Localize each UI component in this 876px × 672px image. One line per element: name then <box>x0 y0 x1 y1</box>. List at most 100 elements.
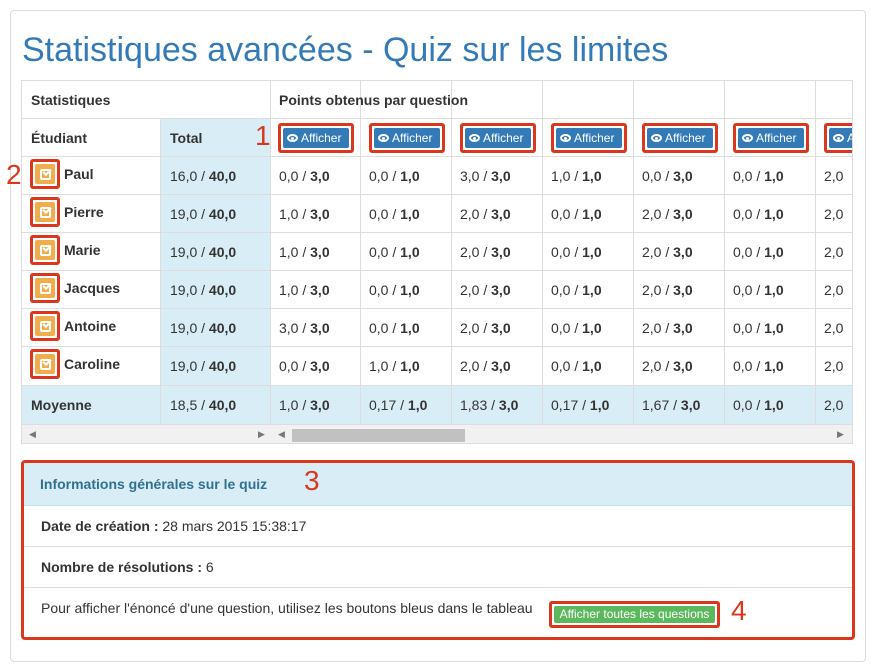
score-cell: 2,0 <box>824 320 844 336</box>
score-cell: 0,0 / 1,0 <box>733 168 784 184</box>
student-name: Antoine <box>64 318 117 334</box>
column-header-student: Étudiant <box>31 130 87 146</box>
group-header-stats: Statistiques <box>31 92 111 108</box>
eye-icon <box>833 134 844 142</box>
hint-text: Pour afficher l'énoncé d'une question, u… <box>41 600 533 616</box>
average-score-cell: 1,0 / 3,0 <box>279 397 330 413</box>
score-cell: 2,0 / 3,0 <box>460 358 511 374</box>
score-cell: 0,0 / 1,0 <box>369 244 420 260</box>
average-label: Moyenne <box>31 397 92 413</box>
row-divider <box>22 270 852 271</box>
student-name: Jacques <box>64 280 121 296</box>
score-cell: 2,0 / 3,0 <box>642 358 693 374</box>
show-question-button[interactable]: Afficher <box>642 123 718 153</box>
callout-1: 1 <box>255 120 271 151</box>
show-question-button[interactable]: Afficher <box>278 123 354 153</box>
edit-student-button[interactable] <box>30 197 60 227</box>
edit-student-button[interactable] <box>30 349 60 379</box>
show-question-button[interactable]: Afficher <box>733 123 809 153</box>
score-cell: 0,0 / 1,0 <box>369 320 420 336</box>
edit-student-button[interactable] <box>30 235 60 265</box>
score-cell: 0,0 / 1,0 <box>369 282 420 298</box>
eye-icon <box>469 134 480 142</box>
row-divider <box>22 385 852 386</box>
student-name: Paul <box>64 166 94 182</box>
score-cell: 1,0 / 3,0 <box>279 206 330 222</box>
row-divider <box>22 194 852 195</box>
scroll-left-icon[interactable]: ◀ <box>278 429 285 440</box>
score-cell: 1,0 / 3,0 <box>279 244 330 260</box>
score-cell: 0,0 / 1,0 <box>551 282 602 298</box>
row-divider <box>22 346 852 347</box>
info-panel-header: Informations générales sur le quiz <box>24 463 852 506</box>
student-total: 19,0 / 40,0 <box>170 320 237 336</box>
score-cell: 2,0 / 3,0 <box>642 282 693 298</box>
score-cell: 0,0 / 1,0 <box>733 244 784 260</box>
score-cell: 0,0 / 3,0 <box>279 168 330 184</box>
eye-icon <box>560 134 571 142</box>
score-cell: 2,0 / 3,0 <box>460 320 511 336</box>
show-question-label: Afficher <box>301 131 342 145</box>
score-cell: 0,0 / 1,0 <box>369 206 420 222</box>
creation-date-label: Date de création : <box>41 518 159 534</box>
score-cell: 0,0 / 1,0 <box>733 282 784 298</box>
page-title: Statistiques avancées - Quiz sur les lim… <box>22 31 669 69</box>
student-name: Marie <box>64 242 101 258</box>
eye-icon <box>287 134 298 142</box>
show-all-questions-button[interactable]: Afficher toutes les questions <box>549 601 720 628</box>
edit-student-button[interactable] <box>30 273 60 303</box>
scroll-left-icon[interactable]: ◀ <box>29 429 36 440</box>
score-cell: 3,0 / 3,0 <box>279 320 330 336</box>
show-question-label: Afficher <box>847 131 852 145</box>
row-divider <box>22 232 852 233</box>
show-question-button[interactable]: Afficher <box>824 123 852 153</box>
scrollbar-thumb[interactable] <box>292 429 465 442</box>
score-cell: 0,0 / 1,0 <box>733 358 784 374</box>
row-divider <box>22 308 852 309</box>
score-cell: 0,0 / 1,0 <box>551 320 602 336</box>
score-cell: 2,0 <box>824 168 844 184</box>
score-cell: 2,0 <box>824 282 844 298</box>
eye-icon <box>651 134 662 142</box>
show-all-questions-label: Afficher toutes les questions <box>554 606 715 623</box>
column-divider <box>451 81 452 424</box>
average-score-cell: 1,67 / 3,0 <box>642 397 701 413</box>
score-cell: 0,0 / 1,0 <box>551 358 602 374</box>
student-total: 19,0 / 40,0 <box>170 358 237 374</box>
score-cell: 0,0 / 1,0 <box>733 206 784 222</box>
score-cell: 0,0 / 1,0 <box>369 168 420 184</box>
callout-3: 3 <box>304 465 320 496</box>
student-name: Pierre <box>64 204 104 220</box>
student-name: Caroline <box>64 356 121 372</box>
average-score-cell: 0,17 / 1,0 <box>369 397 428 413</box>
callout-2: 2 <box>6 159 22 190</box>
score-cell: 2,0 / 3,0 <box>460 206 511 222</box>
show-question-label: Afficher <box>574 131 615 145</box>
average-score-cell: 2,0 <box>824 397 844 413</box>
column-divider <box>542 81 543 424</box>
column-divider <box>160 118 161 424</box>
column-divider <box>360 81 361 424</box>
score-cell: 3,0 / 3,0 <box>460 168 511 184</box>
show-question-button[interactable]: Afficher <box>369 123 445 153</box>
column-header-total: Total <box>170 130 203 146</box>
row-divider <box>22 156 852 157</box>
score-cell: 2,0 / 3,0 <box>642 244 693 260</box>
horizontal-scrollbar[interactable]: ◀ ▶ ◀ ▶ <box>22 424 852 443</box>
score-cell: 0,0 / 1,0 <box>551 244 602 260</box>
show-question-button[interactable]: Afficher <box>460 123 536 153</box>
show-question-button[interactable]: Afficher <box>551 123 627 153</box>
edit-student-button[interactable] <box>30 311 60 341</box>
scroll-right-icon[interactable]: ▶ <box>837 429 844 440</box>
score-cell: 2,0 <box>824 358 844 374</box>
score-cell: 2,0 / 3,0 <box>460 244 511 260</box>
group-header-points: Points obtenus par question <box>279 92 469 108</box>
score-cell: 0,0 / 1,0 <box>733 320 784 336</box>
score-cell: 1,0 / 3,0 <box>279 282 330 298</box>
scroll-right-icon[interactable]: ▶ <box>258 429 265 440</box>
score-cell: 2,0 / 3,0 <box>642 206 693 222</box>
score-cell: 1,0 / 1,0 <box>369 358 420 374</box>
score-cell: 2,0 <box>824 244 844 260</box>
edit-student-button[interactable] <box>30 159 60 189</box>
resolutions-value: 6 <box>205 559 214 575</box>
